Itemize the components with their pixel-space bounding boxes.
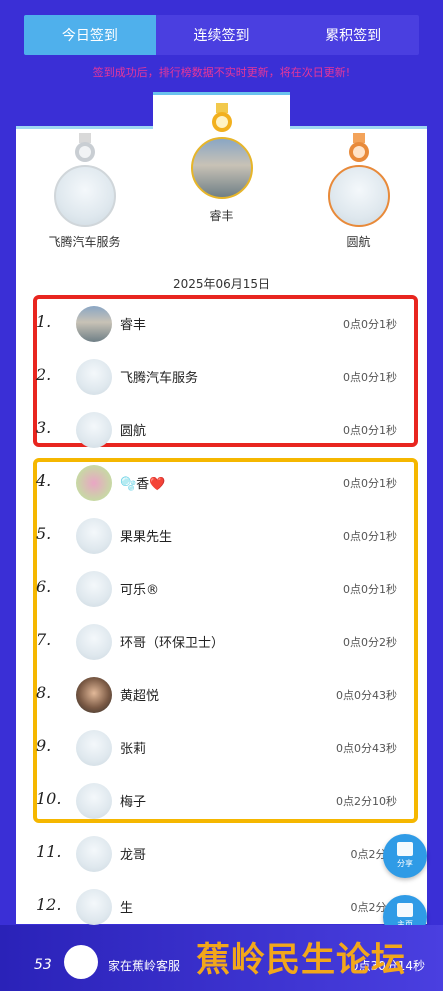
rank: 5. <box>36 524 52 543</box>
table-row[interactable]: 11. 龙哥 0点2分... <box>16 828 411 881</box>
podium-name: 圆航 <box>346 235 371 249</box>
ranking-list: 2025年06月15日 1. 睿丰 0点0分1秒 2. 飞腾汽车服务 0点0分1… <box>16 257 427 925</box>
avatar <box>76 783 112 819</box>
podium-name: 飞腾汽车服务 <box>48 235 121 249</box>
rank: 2. <box>36 365 52 384</box>
tab-cumulative[interactable]: 累积签到 <box>287 15 419 55</box>
rank: 7. <box>36 630 52 649</box>
tab-bar: 今日签到 连续签到 累积签到 <box>24 15 419 55</box>
podium-third[interactable]: 圆航 <box>290 126 427 260</box>
bronze-medal-icon <box>348 133 369 162</box>
silver-medal-icon <box>74 133 95 162</box>
podium: 飞腾汽车服务 睿丰 圆航 <box>16 92 427 260</box>
table-row[interactable]: 7. 环哥（环保卫士） 0点0分2秒 <box>16 616 411 669</box>
avatar <box>76 836 112 872</box>
checkin-time: 0点0分1秒 <box>343 371 397 384</box>
user-name: 🫧香❤️ <box>120 477 166 492</box>
checkin-time: 0点0分1秒 <box>343 583 397 596</box>
checkin-time: 0点0分43秒 <box>336 742 397 755</box>
checkin-time: 0点2分10秒 <box>336 795 397 808</box>
avatar <box>76 359 112 395</box>
table-row[interactable]: 6. 可乐® 0点0分1秒 <box>16 563 411 616</box>
avatar <box>53 165 116 227</box>
checkin-time: 0点0分43秒 <box>336 689 397 702</box>
rank: 3. <box>36 418 52 437</box>
user-name: 圆航 <box>120 424 147 439</box>
avatar <box>76 624 112 660</box>
avatar <box>76 889 112 925</box>
rank: 6. <box>36 577 52 596</box>
share-label: 分享 <box>397 859 413 868</box>
user-name: 果果先生 <box>120 530 173 545</box>
podium-second[interactable]: 飞腾汽车服务 <box>16 126 153 260</box>
avatar <box>76 306 112 342</box>
table-row[interactable]: 10. 梅子 0点2分10秒 <box>16 775 411 828</box>
avatar <box>76 730 112 766</box>
user-name: 睿丰 <box>120 318 147 333</box>
user-name: 生 <box>120 901 134 916</box>
checkin-time: 0点0分2秒 <box>343 636 397 649</box>
rank: 1. <box>36 312 52 331</box>
avatar <box>64 945 98 979</box>
rank: 11. <box>36 842 62 861</box>
rank: 8. <box>36 683 52 702</box>
avatar <box>76 518 112 554</box>
avatar <box>76 465 112 501</box>
user-name: 飞腾汽车服务 <box>120 371 199 386</box>
user-name: 可乐® <box>120 583 160 598</box>
user-name: 环哥（环保卫士） <box>120 636 225 651</box>
checkin-time: 0点0分1秒 <box>343 530 397 543</box>
podium-name: 睿丰 <box>209 209 234 223</box>
gold-medal-icon <box>211 103 232 132</box>
avatar <box>327 165 390 227</box>
my-rank: 53 <box>34 957 52 973</box>
my-name: 家在蕉岭客服 <box>108 959 181 973</box>
rank: 9. <box>36 736 52 755</box>
update-notice: 签到成功后，排行榜数据不实时更新，将在次日更新! <box>92 66 351 79</box>
rank: 12. <box>36 895 62 914</box>
user-name: 龙哥 <box>120 848 147 863</box>
list-date: 2025年06月15日 <box>172 277 271 291</box>
avatar <box>76 571 112 607</box>
checkin-time: 0点0分1秒 <box>343 318 397 331</box>
rank: 10. <box>36 789 62 808</box>
user-name: 张莉 <box>120 742 147 757</box>
share-button[interactable]: 分享 <box>383 834 427 878</box>
table-row[interactable]: 2. 飞腾汽车服务 0点0分1秒 <box>16 351 411 404</box>
avatar <box>76 412 112 448</box>
tab-today[interactable]: 今日签到 <box>24 15 156 55</box>
user-name: 梅子 <box>120 795 147 810</box>
table-row[interactable]: 4. 🫧香❤️ 0点0分1秒 <box>16 457 411 510</box>
table-row[interactable]: 3. 圆航 0点0分1秒 <box>16 404 411 457</box>
table-row[interactable]: 1. 睿丰 0点0分1秒 <box>16 298 411 351</box>
table-row[interactable]: 8. 黄超悦 0点0分43秒 <box>16 669 411 722</box>
home-icon <box>397 903 413 917</box>
avatar <box>190 137 253 199</box>
tab-consecutive[interactable]: 连续签到 <box>156 15 288 55</box>
table-row[interactable]: 9. 张莉 0点0分43秒 <box>16 722 411 775</box>
table-row[interactable]: 5. 果果先生 0点0分1秒 <box>16 510 411 563</box>
user-name: 黄超悦 <box>120 689 160 704</box>
podium-first[interactable]: 睿丰 <box>153 92 290 260</box>
avatar <box>76 677 112 713</box>
share-icon <box>397 842 413 856</box>
rank: 4. <box>36 471 52 490</box>
forum-watermark: 蕉岭民生论坛 <box>196 940 406 980</box>
checkin-time: 0点0分1秒 <box>343 477 397 490</box>
checkin-time: 0点0分1秒 <box>343 424 397 437</box>
